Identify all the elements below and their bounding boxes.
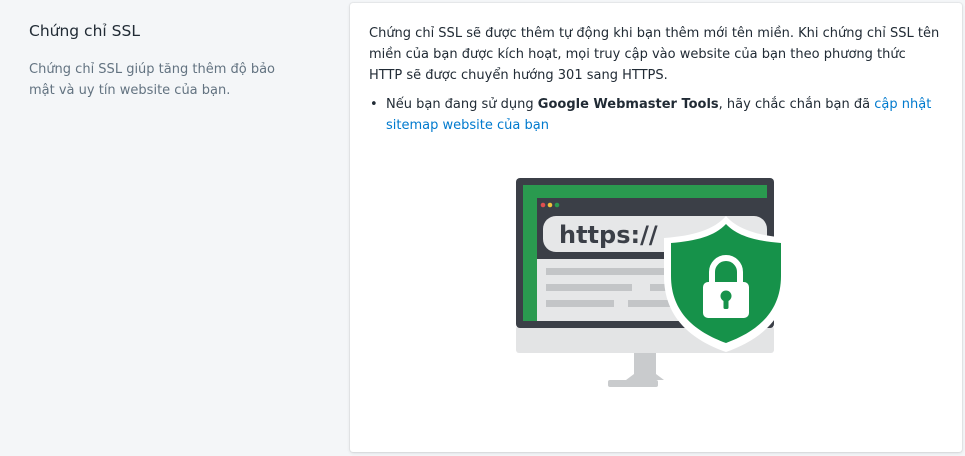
tip-bold-tool: Google Webmaster Tools — [537, 97, 719, 112]
section-description: Chứng chỉ SSL giúp tăng thêm độ bảo mật … — [29, 62, 276, 98]
tip-middle: , hãy chắc chắn bạn đã — [718, 97, 875, 112]
ssl-card: Chứng chỉ SSL sẽ được thêm tự động khi b… — [350, 3, 962, 452]
ssl-tips-list: • Nếu bạn đang sử dụng Google Webmaster … — [369, 94, 942, 136]
section-title: Chứng chỉ SSL — [29, 22, 140, 40]
ssl-intro-text: Chứng chỉ SSL sẽ được thêm tự động khi b… — [369, 26, 940, 83]
section-info: Chứng chỉ SSL Chứng chỉ SSL giúp tăng th… — [29, 20, 289, 101]
ssl-monitor-illustration: https:// — [516, 178, 788, 387]
tip-prefix: Nếu bạn đang sử dụng — [386, 97, 538, 112]
url-text: https:// — [559, 221, 658, 249]
bullet-icon: • — [370, 97, 378, 112]
list-item: • Nếu bạn đang sử dụng Google Webmaster … — [369, 94, 942, 136]
